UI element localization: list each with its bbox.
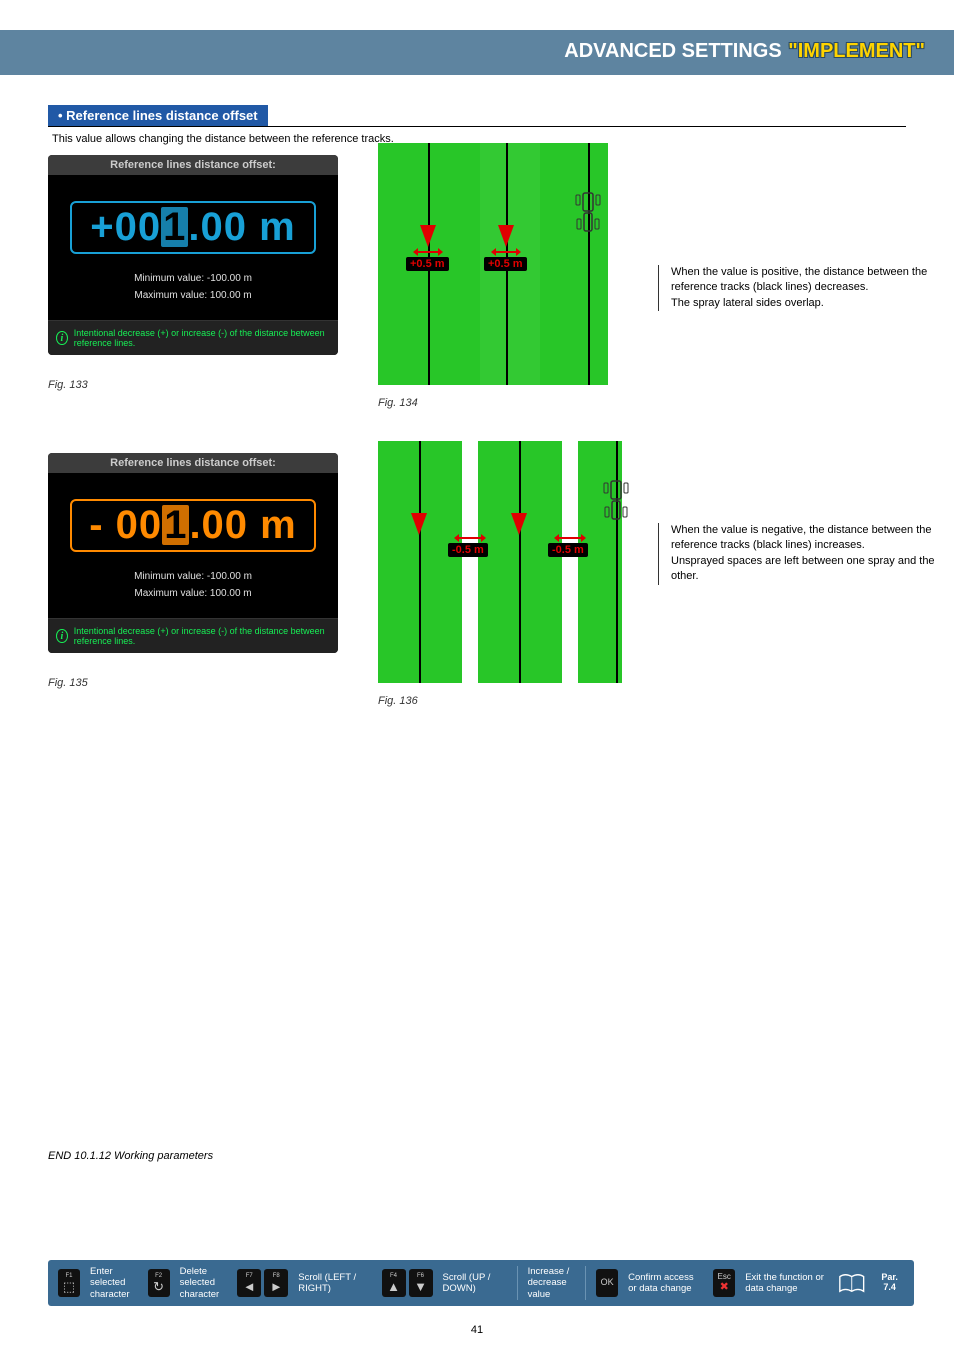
f2-key[interactable]: F2↻ [148, 1269, 170, 1297]
content: • Reference lines distance offset This v… [0, 75, 954, 733]
arrow-down-icon [511, 513, 527, 535]
offset-readout-negative[interactable]: - 001.00 m [70, 499, 316, 552]
arrow-down-icon [498, 225, 514, 247]
cancel-icon: ✖ [720, 1282, 729, 1293]
info-text: Intentional decrease (+) or increase (-)… [74, 626, 330, 646]
book-icon [838, 1270, 865, 1296]
readout-suffix: .00 m [189, 503, 296, 547]
scroll-lr-keys: F7◄ F8► [237, 1269, 288, 1297]
scroll-ud-keys: F4▲ F6▼ [382, 1269, 433, 1297]
fig-caption-134: Fig. 134 [378, 397, 418, 409]
incdec-label: Increase / decrease value [528, 1266, 576, 1300]
reference-line [519, 441, 521, 683]
esc-label: Esc [718, 1273, 731, 1281]
tractor-icon [602, 477, 630, 525]
diagram-negative: -0.5 m -0.5 m Fig. 136 [378, 441, 628, 701]
character-icon: ⬚ [63, 1280, 75, 1293]
info-icon: i [56, 629, 68, 643]
diagram-positive: +0.5 m +0.5 m Fig. 134 [378, 143, 628, 403]
section-header: • Reference lines distance offset [48, 105, 906, 127]
readout-cursor[interactable]: 1 [161, 207, 188, 247]
info-text: Intentional decrease (+) or increase (-)… [74, 328, 330, 348]
double-arrow-icon [458, 537, 482, 539]
fig-caption-133: Fig. 133 [48, 379, 88, 391]
arrow-up-icon: ▲ [387, 1280, 400, 1293]
info-icon: i [56, 331, 68, 345]
min-value: Minimum value: -100.00 m [48, 270, 338, 287]
minmax-values: Minimum value: -100.00 m Maximum value: … [48, 266, 338, 320]
page-number: 41 [0, 1324, 954, 1336]
double-arrow-icon [558, 537, 582, 539]
f2-label: Delete selected character [180, 1266, 228, 1300]
arrow-down-icon [411, 513, 427, 535]
separator [585, 1266, 586, 1300]
offset-chip: +0.5 m [484, 257, 527, 271]
par-ref: Par. 7.4 [875, 1273, 904, 1293]
min-value: Minimum value: -100.00 m [48, 568, 338, 585]
scroll-ud-label: Scroll (UP / DOWN) [443, 1272, 507, 1295]
readout-cursor[interactable]: 1 [162, 505, 189, 545]
readout-suffix: .00 m [188, 205, 295, 249]
esc-key[interactable]: Esc✖ [713, 1269, 735, 1297]
row-negative: Reference lines distance offset: - 001.0… [48, 453, 906, 733]
header-title-quoted: "IMPLEMENT" [787, 40, 926, 62]
explanation-positive: When the value is positive, the distance… [658, 265, 938, 311]
f6-key[interactable]: F6▼ [409, 1269, 433, 1297]
page: ADVANCED SETTINGS "IMPLEMENT" • Referenc… [0, 0, 954, 1350]
readout-prefix: +00 [90, 205, 161, 249]
page-header-title: ADVANCED SETTINGS "IMPLEMENT" [564, 40, 926, 63]
fig-caption-136: Fig. 136 [378, 695, 418, 707]
arrow-left-icon: ◄ [243, 1280, 256, 1293]
readout-prefix: - 00 [89, 503, 162, 547]
tractor-icon [574, 189, 602, 237]
section-title: • Reference lines distance offset [48, 105, 268, 126]
esc-label: Exit the function or data change [745, 1272, 827, 1295]
fig-caption-135: Fig. 135 [48, 677, 88, 689]
input-panel-negative: Reference lines distance offset: - 001.0… [48, 453, 338, 653]
double-arrow-icon [417, 251, 439, 253]
header-band: ADVANCED SETTINGS "IMPLEMENT" [0, 30, 954, 75]
row-positive: Reference lines distance offset: +001.00… [48, 155, 906, 435]
input-panel-positive: Reference lines distance offset: +001.00… [48, 155, 338, 355]
arrow-down-icon [420, 225, 436, 247]
scroll-lr-label: Scroll (LEFT / RIGHT) [298, 1272, 371, 1295]
minmax-values: Minimum value: -100.00 m Maximum value: … [48, 564, 338, 618]
panel-title: Reference lines distance offset: [48, 155, 338, 175]
offset-chip: -0.5 m [548, 543, 588, 557]
max-value: Maximum value: 100.00 m [48, 287, 338, 304]
header-title-text: ADVANCED SETTINGS [564, 40, 787, 62]
reference-line [588, 143, 590, 385]
spray-band [540, 143, 608, 385]
explanation-negative: When the value is negative, the distance… [658, 523, 938, 585]
info-bar: i Intentional decrease (+) or increase (… [48, 320, 338, 355]
end-note: END 10.1.12 Working parameters [48, 1150, 213, 1162]
ok-key[interactable]: OK [596, 1269, 618, 1297]
separator [517, 1266, 518, 1300]
f1-label: Enter selected character [90, 1266, 138, 1300]
f8-key[interactable]: F8► [264, 1269, 288, 1297]
info-bar: i Intentional decrease (+) or increase (… [48, 618, 338, 653]
offset-chip: +0.5 m [406, 257, 449, 271]
reference-line [419, 441, 421, 683]
reload-icon: ↻ [153, 1280, 164, 1293]
f7-key[interactable]: F7◄ [237, 1269, 261, 1297]
offset-chip: -0.5 m [448, 543, 488, 557]
f4-key[interactable]: F4▲ [382, 1269, 406, 1297]
ok-label: Confirm access or data change [628, 1272, 703, 1295]
arrow-down-icon: ▼ [414, 1280, 427, 1293]
arrow-right-icon: ► [270, 1280, 283, 1293]
offset-readout-positive[interactable]: +001.00 m [70, 201, 316, 254]
panel-title: Reference lines distance offset: [48, 453, 338, 473]
double-arrow-icon [495, 251, 517, 253]
footer-keybar: F1⬚ Enter selected character F2↻ Delete … [48, 1260, 914, 1306]
ok-label: OK [601, 1278, 614, 1287]
max-value: Maximum value: 100.00 m [48, 585, 338, 602]
f1-key[interactable]: F1⬚ [58, 1269, 80, 1297]
